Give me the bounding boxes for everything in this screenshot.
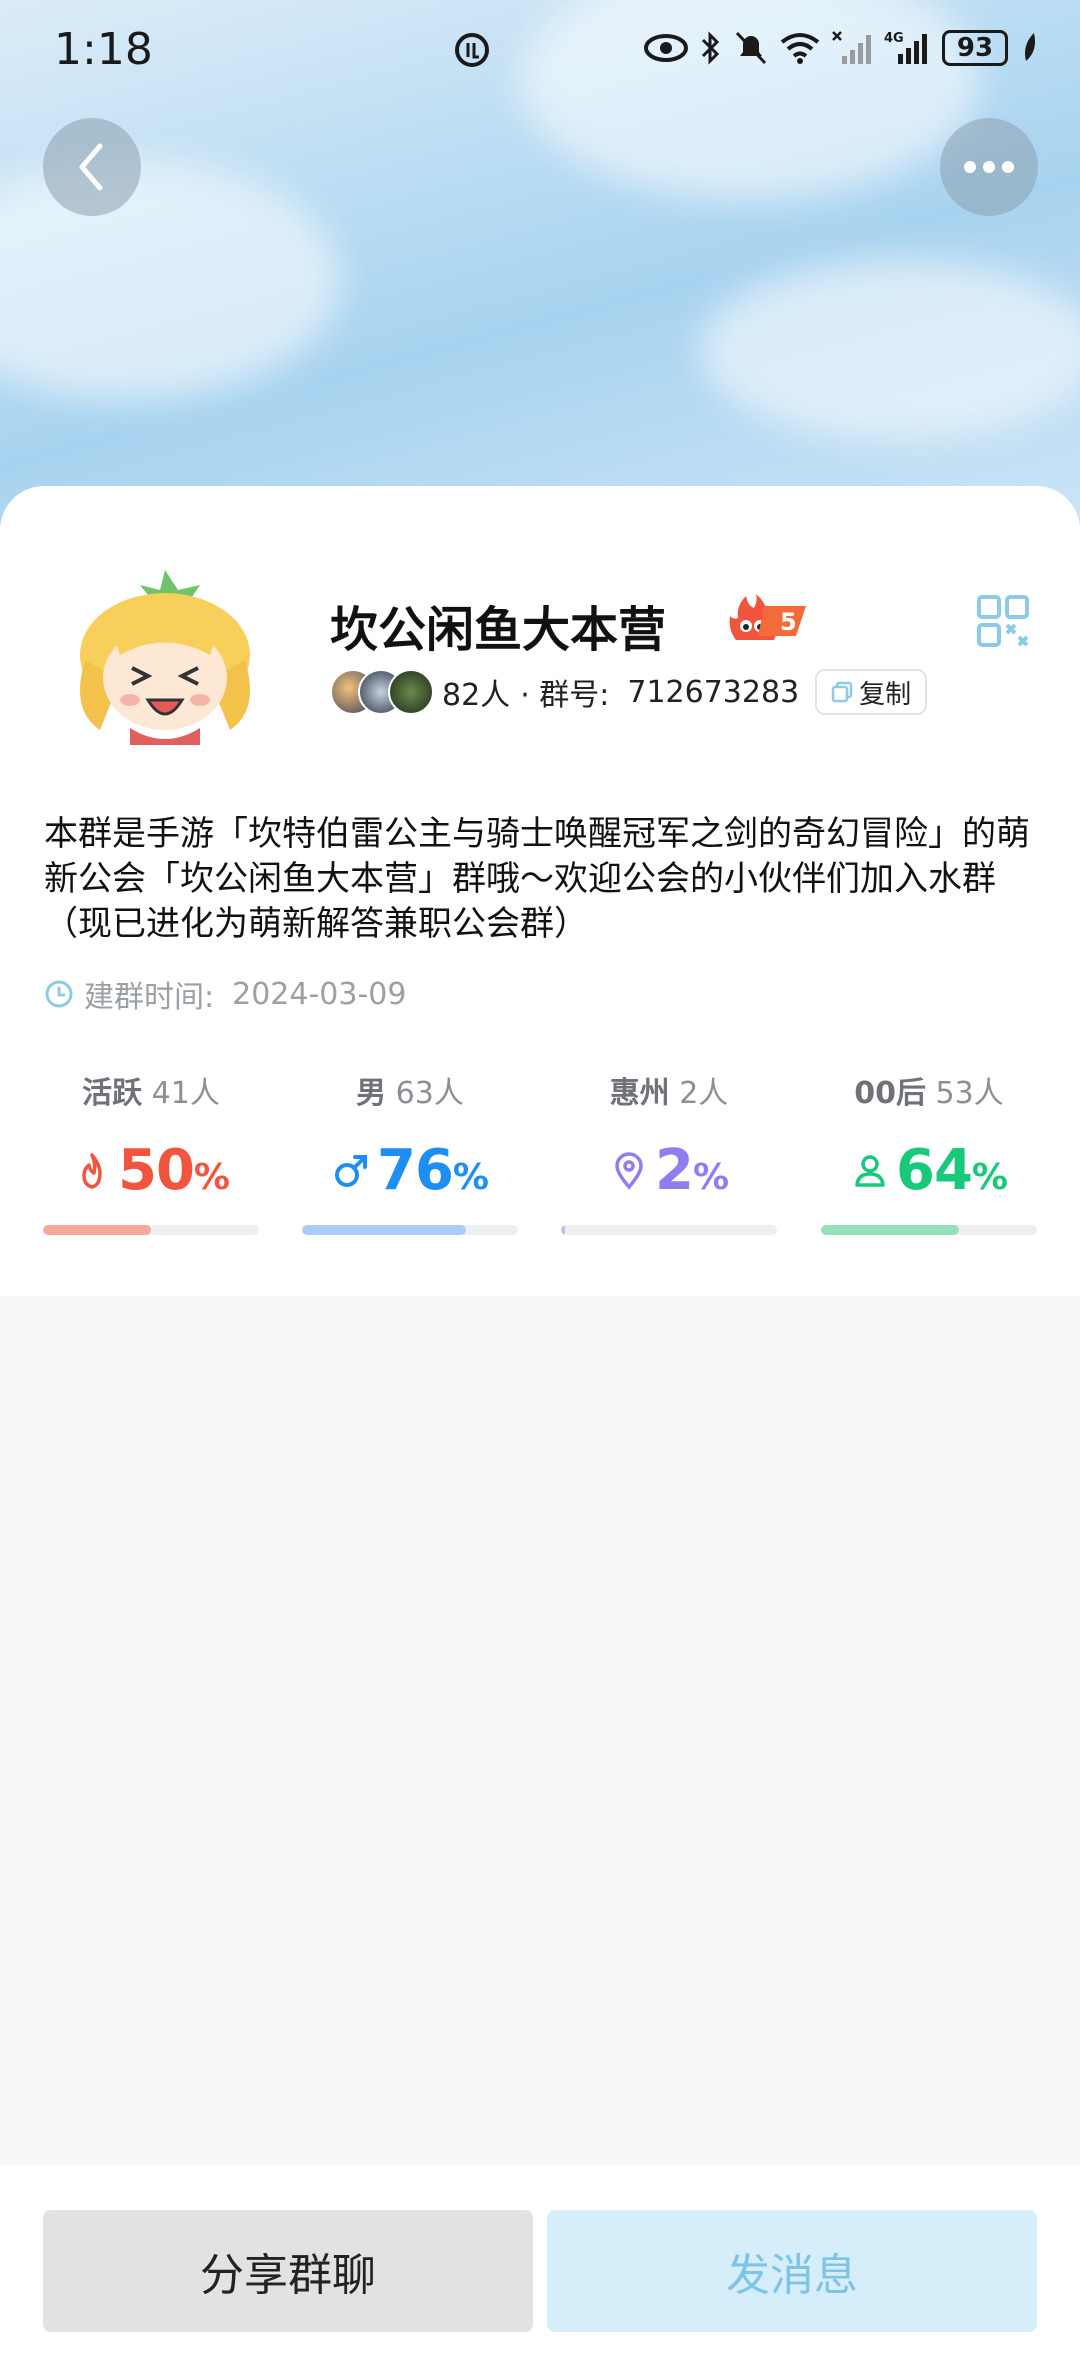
stat-unit: % xyxy=(692,1157,730,1198)
person-icon xyxy=(855,1154,885,1187)
created-label: 建群时间: xyxy=(84,980,215,1015)
stat-unit: % xyxy=(452,1157,489,1198)
stat-male: 男 63人 76% xyxy=(302,1068,518,1235)
male-icon xyxy=(334,1154,367,1187)
clock-icon xyxy=(45,980,73,1008)
stat-unit: % xyxy=(193,1157,230,1198)
svg-text:4G: 4G xyxy=(884,31,904,46)
signal-4g-icon: 4G xyxy=(884,31,927,64)
stat-count: 2人 xyxy=(679,1076,729,1111)
stat-progress-fill xyxy=(561,1225,566,1235)
share-group-button[interactable]: 分享群聊 xyxy=(43,2210,533,2332)
stat-label: 惠州 xyxy=(609,1076,670,1111)
eye-icon xyxy=(644,34,688,62)
stat-progress-bar xyxy=(821,1225,1037,1235)
stat-count: 63人 xyxy=(395,1076,464,1111)
stat-label: 00后 xyxy=(854,1076,926,1111)
stat-age: 00后 53人 64% xyxy=(821,1068,1037,1235)
group-avatar[interactable] xyxy=(60,560,270,750)
group-id-label: · 群号: xyxy=(520,678,610,713)
group-name: 坎公闲鱼大本营 xyxy=(330,602,667,658)
member-avatar xyxy=(388,669,434,715)
stat-progress-bar xyxy=(302,1225,518,1235)
group-level-badge: 5 xyxy=(729,594,806,640)
stat-value: 76 xyxy=(376,1138,454,1203)
stat-count: 53人 xyxy=(935,1076,1004,1111)
location-pin-icon xyxy=(615,1151,643,1190)
copy-icon xyxy=(831,681,853,703)
stat-unit: % xyxy=(971,1157,1008,1198)
sync-icon xyxy=(455,33,489,67)
stat-progress-fill xyxy=(821,1225,960,1235)
stat-value: 2 xyxy=(654,1138,694,1203)
flame-icon xyxy=(82,1152,102,1189)
copy-button[interactable]: 复制 xyxy=(815,669,928,715)
leaf-icon xyxy=(1025,33,1035,61)
member-count: 82人 xyxy=(442,678,511,713)
group-description: 本群是手游「坎特伯雷公主与骑士唤醒冠军之剑的奇幻冒险」的萌新公会「坎公闲鱼大本营… xyxy=(44,814,1030,944)
status-time: 1:18 xyxy=(54,24,153,75)
bluetooth-icon xyxy=(701,31,720,65)
signal-no-service-icon xyxy=(832,31,871,64)
send-message-button[interactable]: 发消息 xyxy=(547,2210,1037,2332)
copy-label: 复制 xyxy=(859,679,912,710)
group-meta-row: 82人 · 群号: 712673283 复制 xyxy=(330,664,928,720)
stat-progress-bar xyxy=(43,1225,259,1235)
stat-location: 惠州 2人 2% xyxy=(561,1068,777,1235)
status-icons: 4G 93 xyxy=(644,30,1040,66)
member-avatars[interactable] xyxy=(330,668,436,716)
stat-progress-bar xyxy=(561,1225,777,1235)
stat-value: 50 xyxy=(117,1138,195,1203)
stat-progress-fill xyxy=(43,1225,151,1235)
stat-label: 男 xyxy=(356,1076,387,1111)
chevron-left-icon xyxy=(79,143,103,191)
group-id: 712673283 xyxy=(627,674,800,710)
status-bar: 1:18 4G 93 xyxy=(0,0,1080,110)
created-date: 2024-03-09 xyxy=(232,976,407,1012)
wifi-icon xyxy=(780,33,820,64)
stat-active: 活跃 41人 50% xyxy=(43,1068,259,1235)
mute-bell-icon xyxy=(735,31,767,65)
created-date-row: 建群时间: 2024-03-09 xyxy=(44,972,406,1016)
back-button[interactable] xyxy=(43,118,141,216)
qr-code-icon[interactable] xyxy=(976,594,1030,648)
stat-count: 41人 xyxy=(151,1076,220,1111)
battery-indicator: 93 xyxy=(942,30,1008,66)
more-button[interactable] xyxy=(940,118,1038,216)
stat-progress-fill xyxy=(302,1225,467,1235)
stat-label: 活跃 xyxy=(82,1076,143,1111)
more-dots-icon xyxy=(964,161,1014,173)
group-level-value: 5 xyxy=(780,608,797,636)
stat-value: 64 xyxy=(895,1138,973,1203)
